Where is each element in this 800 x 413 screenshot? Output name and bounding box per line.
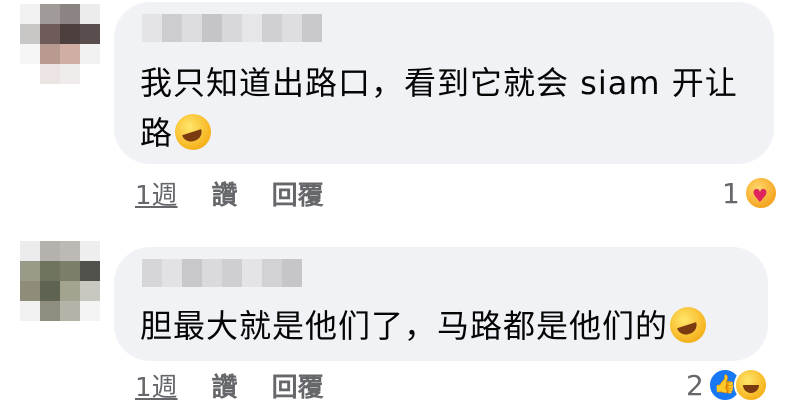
comment-text: 我只知道出路口，看到它就会 siam 开让路 — [140, 64, 738, 152]
like-button[interactable]: 讚 — [212, 367, 238, 404]
comment: 我只知道出路口，看到它就会 siam 开让路 1週 讚 回覆 1 — [0, 0, 800, 215]
haha-face-icon — [733, 368, 768, 402]
reply-button[interactable]: 回覆 — [272, 175, 324, 212]
reaction-summary[interactable]: 1 — [722, 173, 778, 213]
reply-button[interactable]: 回覆 — [272, 367, 324, 404]
comment: 胆最大就是他们了，马路都是他们的 1週 讚 回覆 2 👍 — [0, 235, 800, 413]
comment-actions: 1週 讚 回覆 — [135, 173, 324, 213]
timestamp-link[interactable]: 1週 — [135, 175, 178, 212]
author-name-redacted[interactable] — [142, 14, 322, 42]
reaction-count: 1 — [722, 176, 740, 210]
comment-actions: 1週 讚 回覆 — [135, 365, 324, 405]
care-hug-icon — [743, 176, 778, 210]
avatar[interactable] — [20, 4, 100, 84]
timestamp-link[interactable]: 1週 — [135, 367, 178, 404]
avatar[interactable] — [20, 241, 100, 321]
reaction-summary[interactable]: 2 👍 — [686, 365, 768, 405]
author-name-redacted[interactable] — [142, 259, 302, 287]
comment-bubble: 我只知道出路口，看到它就会 siam 开让路 — [114, 2, 774, 164]
like-button[interactable]: 讚 — [212, 175, 238, 212]
comment-text: 胆最大就是他们了，马路都是他们的 — [140, 301, 744, 351]
reaction-count: 2 — [686, 368, 704, 402]
rolling-laughing-emoji — [670, 307, 707, 343]
rolling-laughing-emoji — [175, 114, 212, 150]
comment-bubble: 胆最大就是他们了，马路都是他们的 — [114, 247, 768, 361]
